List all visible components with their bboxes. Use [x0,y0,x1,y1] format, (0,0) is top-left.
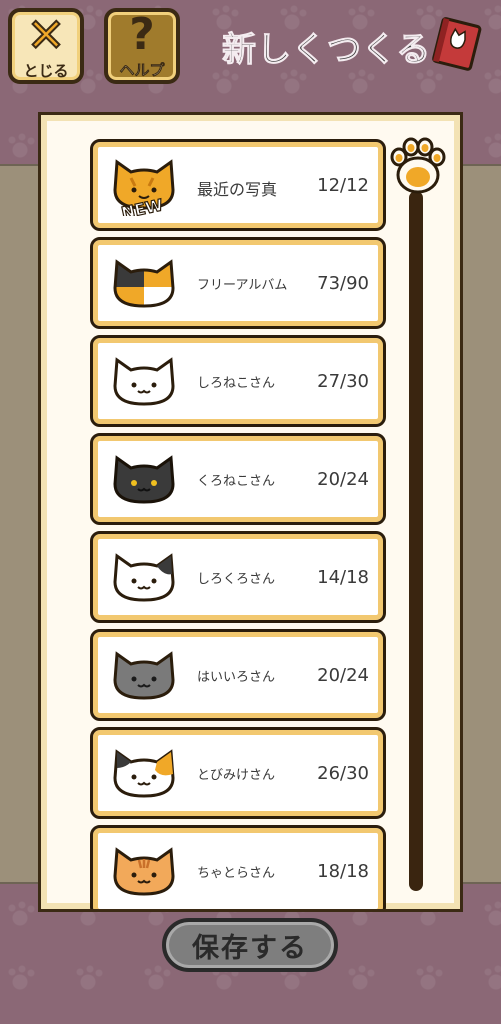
album-count: 14/18 [317,567,369,588]
save-button[interactable]: 保存する [162,918,338,972]
album-count: 20/24 [317,469,369,490]
album-item-white-cat[interactable]: しろねこさん 27/30 [90,335,386,427]
album-count: 26/30 [317,763,369,784]
album-item-recent[interactable]: NEW 最近の写真 12/12 [90,139,386,231]
album-count: 18/18 [317,861,369,882]
gray-cat-icon [113,651,175,700]
album-count: 12/12 [317,175,369,196]
black-cat-icon [113,455,175,504]
album-name: しろねこさん [197,376,276,391]
paw-scroll-handle-icon[interactable] [389,137,447,197]
album-name: 最近の写真 [197,180,278,199]
white-black-cat-icon [113,553,175,602]
help-button[interactable]: ? ヘルプ [104,8,180,84]
new-cat-icon: NEW [113,159,175,216]
album-item-free[interactable]: フリーアルバム 73/90 [90,237,386,329]
album-item-black-cat[interactable]: くろねこさん 20/24 [90,433,386,525]
album-name: とびみけさん [197,768,276,783]
close-icon: ✕ [26,7,67,62]
album-item-white-black[interactable]: しろくろさん 14/18 [90,531,386,623]
help-label: ヘルプ [119,60,165,79]
album-item-orange-tabby[interactable]: ちゃとらさん 18/18 [90,825,386,909]
album-item-calico[interactable]: とびみけさん 26/30 [90,727,386,819]
album-count: 73/90 [317,273,369,294]
question-icon: ? [129,8,155,60]
close-button[interactable]: ✕ とじる [8,8,84,84]
page-title: 新しくつくる [221,30,432,71]
calico-cat-icon [113,749,175,798]
album-list-panel: NEW 最近の写真 12/12 フリーアルバム 73/90 しろねこさん 27/… [38,112,463,912]
scrollbar-track[interactable] [409,191,423,891]
close-label: とじる [23,61,69,80]
album-item-gray-cat[interactable]: はいいろさん 20/24 [90,629,386,721]
album-name: ちゃとらさん [197,866,276,881]
white-cat-icon [113,357,175,406]
album-name: フリーアルバム [197,278,288,293]
album-name: しろくろさん [197,572,276,587]
album-count: 20/24 [317,665,369,686]
album-list: NEW 最近の写真 12/12 フリーアルバム 73/90 しろねこさん 27/… [90,139,386,909]
orange-tabby-cat-icon [113,847,175,896]
album-count: 27/30 [317,371,369,392]
album-name: くろねこさん [197,474,276,489]
album-name: はいいろさん [197,670,276,685]
calico-split-cat-icon [113,259,175,308]
